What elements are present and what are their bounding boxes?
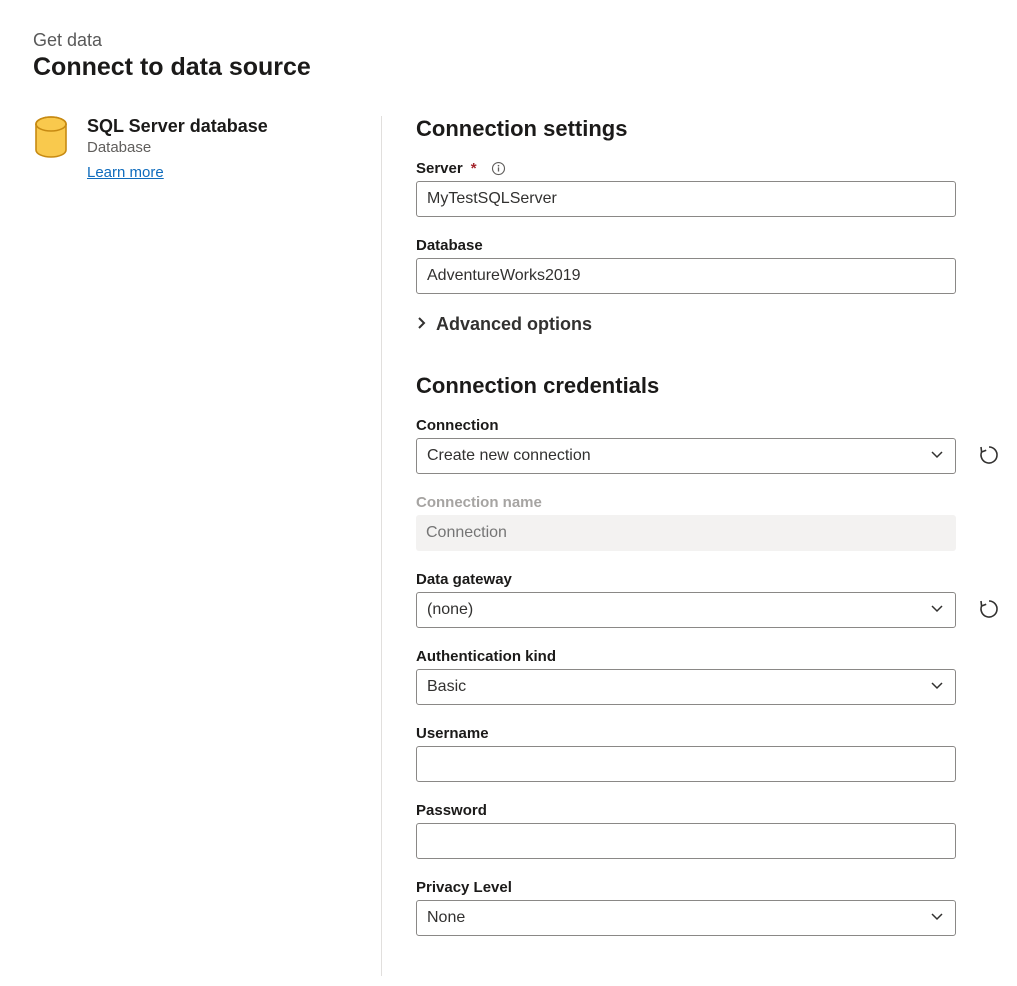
breadcrumb: Get data	[33, 30, 1017, 51]
sidebar: SQL Server database Database Learn more	[0, 116, 382, 976]
database-icon	[33, 116, 69, 165]
advanced-options-label: Advanced options	[436, 314, 592, 335]
learn-more-link[interactable]: Learn more	[87, 164, 164, 181]
server-label-text: Server	[416, 160, 463, 177]
connection-select[interactable]: Create new connection	[416, 438, 956, 474]
source-subtitle: Database	[87, 139, 268, 156]
server-input[interactable]	[416, 181, 956, 217]
database-input[interactable]	[416, 258, 956, 294]
connection-label: Connection	[416, 417, 1005, 434]
database-label: Database	[416, 237, 1005, 254]
connection-settings-heading: Connection settings	[416, 116, 1005, 142]
source-title: SQL Server database	[87, 116, 268, 137]
refresh-icon	[977, 443, 1001, 470]
gateway-select[interactable]: (none)	[416, 592, 956, 628]
required-indicator: *	[471, 160, 477, 177]
refresh-gateway-button[interactable]	[976, 597, 1002, 623]
connection-name-input	[416, 515, 956, 551]
server-label: Server *	[416, 160, 1005, 177]
connection-name-label: Connection name	[416, 494, 1005, 511]
info-icon[interactable]	[491, 161, 506, 176]
gateway-label: Data gateway	[416, 571, 1005, 588]
auth-kind-label: Authentication kind	[416, 648, 1005, 665]
advanced-options-toggle[interactable]: Advanced options	[416, 314, 592, 335]
chevron-right-icon	[416, 314, 428, 335]
password-input[interactable]	[416, 823, 956, 859]
privacy-level-select[interactable]: None	[416, 900, 956, 936]
username-label: Username	[416, 725, 1005, 742]
username-input[interactable]	[416, 746, 956, 782]
refresh-icon	[977, 597, 1001, 624]
connection-credentials-heading: Connection credentials	[416, 373, 1005, 399]
page-title: Connect to data source	[33, 53, 1017, 82]
privacy-level-label: Privacy Level	[416, 879, 1005, 896]
refresh-connection-button[interactable]	[976, 443, 1002, 469]
password-label: Password	[416, 802, 1005, 819]
auth-kind-select[interactable]: Basic	[416, 669, 956, 705]
